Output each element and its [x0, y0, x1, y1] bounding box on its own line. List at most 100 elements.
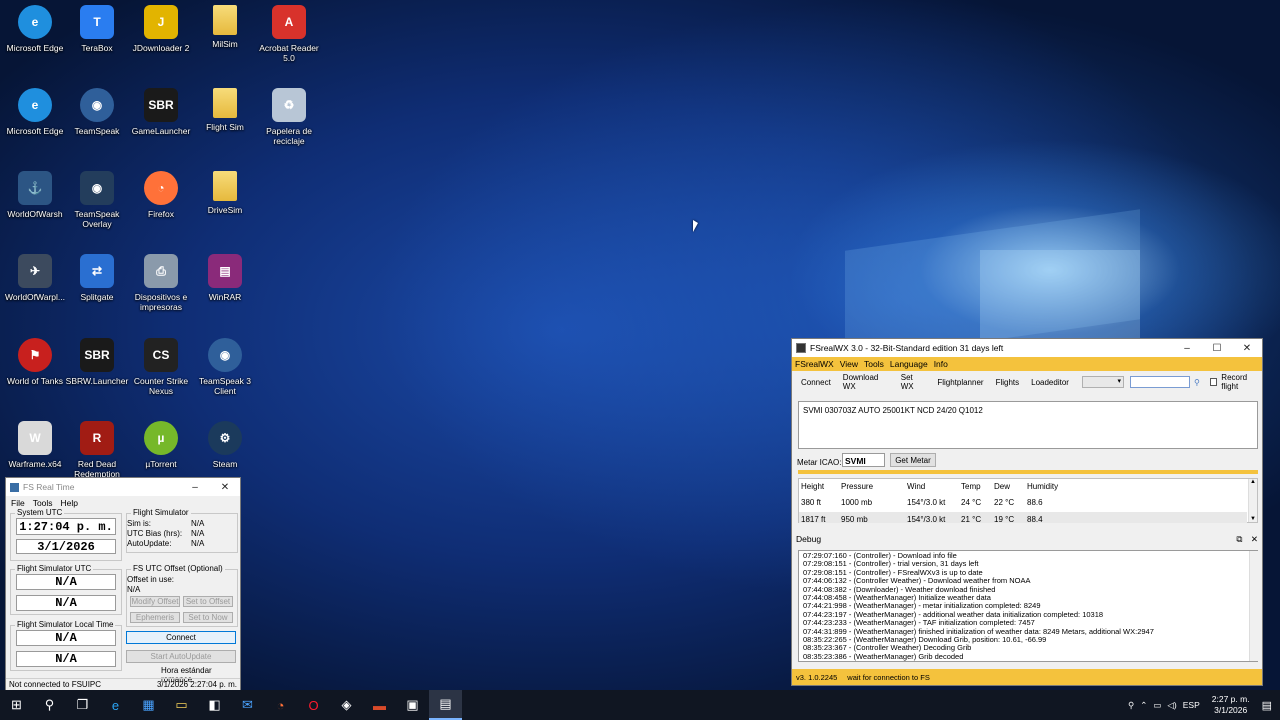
cell-humidity: 88.4 [1027, 515, 1043, 523]
network-icon[interactable]: ▭ [1153, 700, 1161, 711]
desktop-icon[interactable]: ⚓ WorldOfWarsh [0, 169, 70, 249]
connect-button[interactable]: Connect [126, 631, 236, 644]
maximize-icon[interactable]: ☐ [1202, 339, 1232, 357]
toolbar-connect[interactable]: Connect [796, 376, 836, 389]
desktop-icon[interactable]: e Microsoft Edge [0, 86, 70, 166]
notifications-icon[interactable]: ▤ [1262, 699, 1272, 712]
desktop-icon[interactable]: ✈ WorldOfWarpl... [0, 252, 70, 332]
acrobat-icon: A [272, 5, 306, 39]
people-icon[interactable]: ⚲ [1128, 700, 1134, 711]
fs-utc-date: N/A [16, 595, 116, 611]
menu-info[interactable]: Info [934, 359, 948, 369]
debug-log[interactable]: 07:29:07:160 - (Controller) - Download i… [798, 550, 1258, 662]
menu-view[interactable]: View [840, 359, 858, 369]
fsrealwx-icon[interactable]: ▤ [429, 690, 462, 720]
minimize-icon[interactable]: – [180, 478, 210, 496]
toolbar-dropdown[interactable]: ▾ [1081, 376, 1124, 388]
cell-wind: 154°/3.0 kt [907, 515, 946, 523]
toolbar-flightplanner[interactable]: Flightplanner [932, 376, 988, 389]
table-row[interactable]: 380 ft 1000 mb 154°/3.0 kt 24 °C 22 °C 8… [799, 495, 1247, 510]
column-height: Height [801, 482, 825, 491]
taskbar-items: ⊞ ⚲ ❐ e ▦ ▭ ◧ ✉ ◔ O ◈ ▬ ▣ ▤ [0, 690, 462, 720]
desktop-icon[interactable]: e Microsoft Edge [0, 3, 70, 83]
desktop-icon[interactable]: SBR GameLauncher [126, 86, 196, 166]
mail-icon[interactable]: ✉ [231, 690, 264, 720]
autoupdate-value: N/A [191, 539, 205, 548]
menu-tools[interactable]: Tools [864, 359, 884, 369]
desktop-icon[interactable]: ◉ TeamSpeak [62, 86, 132, 166]
desktop-icon-label: World of Tanks [7, 376, 63, 386]
toolbar-flights[interactable]: Flights [991, 376, 1025, 389]
desktop-icon[interactable]: ◔ Firefox [126, 169, 196, 249]
close-icon[interactable]: ✕ [210, 478, 240, 496]
menu-language[interactable]: Language [890, 359, 928, 369]
clock[interactable]: 2:27 p. m. 3/1/2026 [1206, 694, 1256, 716]
desktop-icon[interactable]: A Acrobat Reader 5.0 [254, 3, 324, 83]
desktop-icon[interactable]: CS Counter Strike Nexus [126, 336, 196, 416]
desktop-icon[interactable]: J JDownloader 2 [126, 3, 196, 83]
firefox-icon[interactable]: ◔ [264, 690, 297, 720]
toolbar-loadeditor[interactable]: Loadeditor [1026, 376, 1074, 389]
volume-icon[interactable]: ◁) [1167, 700, 1176, 711]
search-icon[interactable]: ⚲ [33, 690, 66, 720]
menu-tools[interactable]: Tools [33, 498, 53, 508]
shopping-bag-icon[interactable]: ◧ [198, 690, 231, 720]
utorrent-icon: µ [144, 421, 178, 455]
menu-file[interactable]: File [11, 498, 25, 508]
language-indicator[interactable]: ESP [1183, 700, 1200, 710]
minimize-icon[interactable]: – [1172, 339, 1202, 357]
table-row[interactable]: 1817 ft 950 mb 154°/3.0 kt 21 °C 19 °C 8… [799, 512, 1247, 523]
task-view-icon[interactable]: ❐ [66, 690, 99, 720]
set-to-now-button[interactable]: Set to Now [183, 612, 233, 623]
desktop-icon[interactable]: ⇄ Splitgate [62, 252, 132, 332]
desktop-icon[interactable]: ♻ Papelera de reciclaje [254, 86, 324, 166]
desktop-icon[interactable]: ⎙ Dispositivos e impresoras [126, 252, 196, 332]
close-icon[interactable]: ✕ [1251, 534, 1258, 544]
start-autoupdate-button[interactable]: Start AutoUpdate [126, 650, 236, 663]
search-icon[interactable]: ⚲ [1194, 378, 1200, 387]
store-icon[interactable]: ▦ [132, 690, 165, 720]
desktop-icon[interactable]: ⚑ World of Tanks [0, 336, 70, 416]
metar-text-area[interactable]: SVMI 030703Z AUTO 25001KT NCD 24/20 Q101… [798, 401, 1258, 449]
show-hidden-icons-icon[interactable]: ⌃ [1140, 700, 1147, 711]
desktop-icon[interactable]: ◉ TeamSpeak Overlay [62, 169, 132, 249]
modify-offset-button[interactable]: Modify Offset [130, 596, 180, 607]
desktop-icon[interactable]: ◉ TeamSpeak 3 Client [190, 336, 260, 416]
close-icon[interactable]: ✕ [1232, 339, 1262, 357]
desktop-icon[interactable]: T TeraBox [62, 3, 132, 83]
desktop-icon[interactable]: SBR SBRW.Launcher [62, 336, 132, 416]
scroll-up-icon[interactable]: ▲ [1250, 479, 1256, 485]
edge-icon[interactable]: e [99, 690, 132, 720]
set-to-offset-button[interactable]: Set to Offset [183, 596, 233, 607]
menu-help[interactable]: Help [61, 498, 78, 508]
file-explorer-icon[interactable]: ▭ [165, 690, 198, 720]
metar-icao-input[interactable]: SVMI [842, 453, 885, 467]
utc-bias-value: N/A [191, 529, 205, 538]
toolbar-download-wx[interactable]: Download WX [838, 371, 894, 393]
app-red-icon[interactable]: ▬ [363, 690, 396, 720]
desktop-icon[interactable]: ▤ WinRAR [190, 252, 260, 332]
desktop-icon[interactable]: Flight Sim [190, 86, 260, 166]
record-flight-checkbox[interactable] [1209, 378, 1218, 386]
app-map-icon[interactable]: ▣ [396, 690, 429, 720]
undock-icon[interactable]: ⧉ [1236, 534, 1242, 544]
desktop-icon[interactable]: DriveSim [190, 169, 260, 249]
flight-simulator-title: Flight Simulator [131, 508, 191, 517]
ephemeris-button[interactable]: Ephemeris [130, 612, 180, 623]
debug-scrollbar[interactable] [1249, 551, 1258, 661]
fsrt-titlebar[interactable]: FS Real Time – ✕ [6, 478, 240, 496]
desktop-icon[interactable]: MilSim [190, 3, 260, 83]
table-scrollbar[interactable]: ▲ ▼ [1248, 479, 1257, 522]
warships-icon: ⚓ [18, 171, 52, 205]
toolbar-search-input[interactable] [1130, 376, 1190, 388]
opera-icon[interactable]: O [297, 690, 330, 720]
toolbar-set-wx[interactable]: Set WX [896, 371, 931, 393]
system-utc-title: System UTC [15, 508, 65, 517]
desktop-icon-label: DriveSim [207, 205, 243, 215]
start-icon[interactable]: ⊞ [0, 690, 33, 720]
menu-fsrealwx[interactable]: FSrealWX [795, 359, 834, 369]
get-metar-button[interactable]: Get Metar [890, 453, 936, 467]
fswx-titlebar[interactable]: FSrealWX 3.0 - 32-Bit-Standard edition 3… [792, 339, 1262, 357]
app-icon[interactable]: ◈ [330, 690, 363, 720]
scroll-down-icon[interactable]: ▼ [1250, 516, 1256, 522]
